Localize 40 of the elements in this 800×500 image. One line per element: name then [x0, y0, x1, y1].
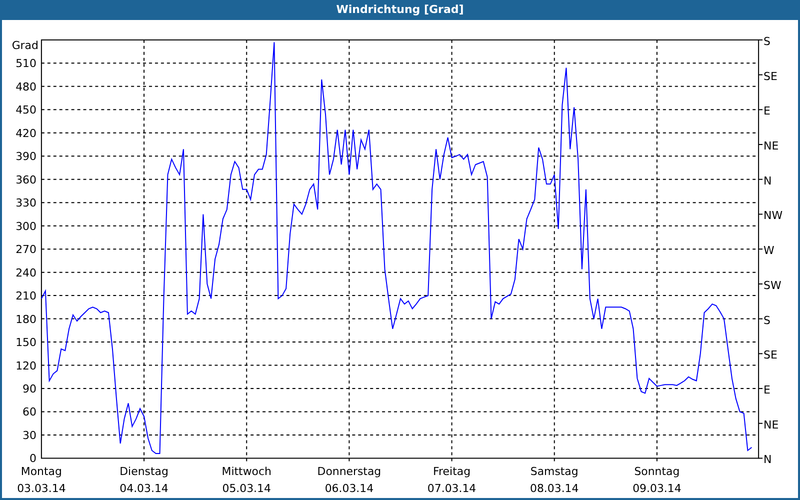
axis-label: 390	[16, 150, 36, 164]
axis-label: S	[764, 314, 770, 327]
axis-label: E	[764, 104, 770, 118]
axis-title: Grad	[12, 38, 38, 52]
axis-label: Donnerstag 06.03.14	[317, 465, 382, 496]
axis-label: SE	[764, 348, 778, 362]
axis-label: 330	[16, 196, 36, 210]
axis-label: 180	[16, 312, 36, 326]
axis-label: 150	[16, 336, 36, 349]
axis-label: 30	[22, 428, 36, 442]
axis-label: Samstag 08.03.14	[530, 465, 579, 496]
axis-label: 0	[30, 452, 36, 466]
axis-label: W	[764, 244, 774, 257]
axis-label: S	[764, 34, 770, 48]
axis-label: SW	[764, 278, 782, 292]
axis-label: 480	[16, 80, 36, 94]
axis-label: Mittwoch 05.03.14	[222, 465, 272, 496]
axis-label: E	[764, 383, 770, 396]
axis-label: 240	[16, 266, 36, 280]
axis-label: 450	[16, 104, 36, 117]
axis-label: N	[764, 174, 772, 188]
axis-label: 420	[16, 126, 36, 140]
axis-label: Dienstag 04.03.14	[120, 465, 168, 496]
axis-label: 60	[22, 406, 36, 419]
axis-label: Freitag 07.03.14	[427, 465, 476, 496]
axis-label: 90	[22, 382, 36, 396]
axis-label: 270	[16, 242, 36, 256]
axis-label: NE	[764, 418, 779, 432]
axis-label: 120	[16, 359, 36, 372]
window-title: Windrichtung [Grad]	[0, 0, 800, 20]
axis-label: 210	[16, 289, 36, 302]
axis-label: Sonntag 09.03.14	[632, 465, 682, 496]
axis-label: SE	[764, 70, 778, 83]
axis-label: 510	[16, 57, 36, 70]
axis-label: 300	[16, 220, 36, 233]
axis-label: NW	[764, 209, 783, 222]
axis-label: 360	[16, 173, 36, 186]
axis-label: N	[764, 453, 772, 466]
axis-label: Montag 03.03.14	[17, 465, 66, 496]
axis-label: NE	[764, 139, 779, 152]
